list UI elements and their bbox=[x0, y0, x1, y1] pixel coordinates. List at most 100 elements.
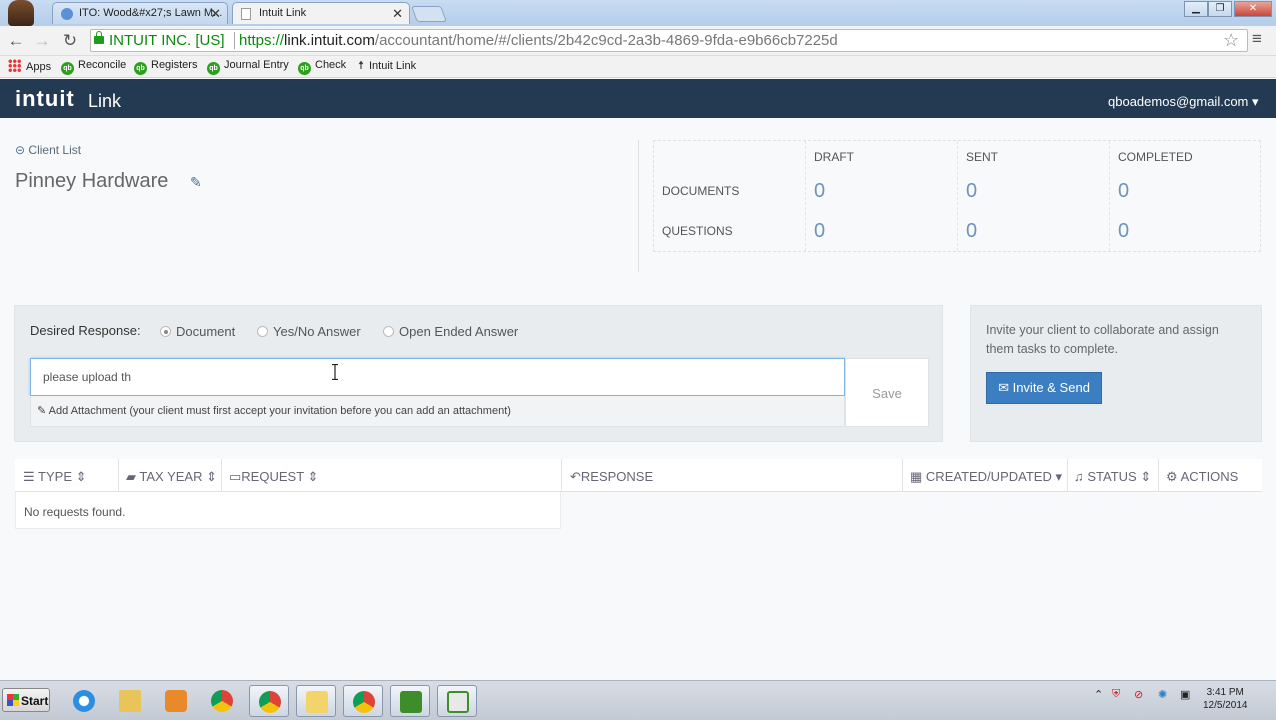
sort-icon: ⇕ bbox=[307, 469, 319, 484]
chrome-icon bbox=[211, 690, 233, 712]
reply-icon: ↶ bbox=[570, 469, 581, 484]
show-hidden-icons[interactable]: ⌃ bbox=[1094, 688, 1103, 701]
taskbar-chrome-active[interactable] bbox=[249, 685, 289, 717]
questions-completed-count: 0 bbox=[1118, 220, 1130, 242]
questions-sent-count: 0 bbox=[966, 220, 978, 242]
sort-icon: ⇕ bbox=[1140, 469, 1152, 484]
system-clock[interactable]: 3:41 PM 12/5/2014 bbox=[1203, 686, 1248, 712]
column-status[interactable]: ♫ STATUS ⇕ bbox=[1074, 469, 1151, 485]
sort-desc-icon: ▾ bbox=[1055, 469, 1062, 484]
close-window-icon[interactable]: ✕ bbox=[1234, 1, 1272, 17]
bookmarks-bar: Apps qb Reconcile qb Registers qb Journal E… bbox=[0, 56, 1276, 78]
start-button[interactable]: Start bbox=[2, 688, 50, 712]
back-arrow-icon[interactable]: ← bbox=[6, 31, 26, 51]
documents-sent-count: 0 bbox=[966, 180, 978, 202]
column-created-updated[interactable]: ▦ CREATED/UPDATED ▾ bbox=[910, 469, 1062, 485]
close-tab-icon[interactable]: ✕ bbox=[210, 6, 221, 22]
folder-icon bbox=[119, 690, 141, 712]
divider bbox=[638, 140, 639, 272]
security-icon[interactable]: ⛨ bbox=[1112, 688, 1120, 701]
invite-panel: Invite your client to collaborate and as… bbox=[970, 305, 1262, 442]
camtasia-icon bbox=[400, 691, 422, 713]
column-actions: ⚙ ACTIONS bbox=[1166, 469, 1239, 484]
documents-draft-count: 0 bbox=[814, 180, 826, 202]
divider bbox=[902, 459, 903, 492]
circle-arrow-left-icon: ⊝ bbox=[15, 143, 26, 157]
page-icon bbox=[241, 8, 251, 20]
sort-icon: ⇕ bbox=[206, 469, 218, 484]
bookmark-intuit-link[interactable]: ☨ Intuit Link bbox=[358, 59, 416, 72]
address-bar[interactable]: INTUIT INC. [US] https://link.intuit.com… bbox=[90, 29, 1248, 52]
taskbar-chrome[interactable] bbox=[202, 685, 242, 717]
edit-pencil-icon[interactable]: ✎ bbox=[190, 174, 202, 191]
monitor-icon[interactable]: ▣ bbox=[1180, 688, 1190, 701]
taskbar-ie[interactable] bbox=[64, 685, 104, 717]
column-tax-year[interactable]: ▰ TAX YEAR ⇕ bbox=[126, 469, 217, 485]
bookmark-registers[interactable]: qb Registers bbox=[134, 59, 197, 75]
bookmark-reconcile[interactable]: qb Reconcile bbox=[61, 59, 126, 75]
paperclip-icon: ✎ bbox=[37, 405, 47, 417]
browser-tab-ito[interactable]: ITO: Wood&#x27;s Lawn M... ✕ bbox=[52, 2, 228, 24]
bookmark-apps[interactable]: Apps bbox=[8, 59, 51, 73]
user-avatar[interactable] bbox=[8, 0, 34, 26]
taskbar-chrome-2[interactable] bbox=[343, 685, 383, 717]
request-text-input[interactable] bbox=[30, 358, 845, 396]
user-menu[interactable]: qboademos@gmail.com ▾ bbox=[1108, 94, 1259, 110]
bookmark-star-icon[interactable]: ☆ bbox=[1223, 30, 1239, 51]
forward-arrow-icon[interactable]: → bbox=[32, 31, 52, 51]
tab-title: Intuit Link bbox=[259, 7, 307, 19]
requests-table-header: ☰ TYPE ⇕ ▰ TAX YEAR ⇕ ▭REQUEST ⇕ ↶RESPON… bbox=[15, 459, 1262, 492]
column-request[interactable]: ▭REQUEST ⇕ bbox=[229, 469, 318, 485]
windows-logo-icon bbox=[7, 694, 19, 706]
divider bbox=[561, 459, 562, 492]
stats-row-documents: DOCUMENTS bbox=[662, 184, 740, 198]
desired-response-label: Desired Response: bbox=[30, 323, 141, 338]
tab-title: ITO: Wood&#x27;s Lawn M... bbox=[79, 7, 223, 19]
apps-grid-icon bbox=[8, 59, 21, 72]
new-tab-button[interactable] bbox=[411, 6, 447, 22]
table-row-filler bbox=[561, 492, 1262, 529]
client-name: Pinney Hardware bbox=[15, 170, 169, 192]
list-icon: ☰ bbox=[23, 469, 35, 484]
client-list-link[interactable]: ⊝ Client List bbox=[15, 143, 81, 157]
radio-open-ended-answer[interactable]: Open Ended Answer bbox=[383, 324, 518, 339]
restore-icon[interactable]: ❐ bbox=[1208, 1, 1232, 17]
invite-send-button[interactable]: ✉ Invite & Send bbox=[986, 372, 1102, 404]
url-text[interactable]: https://link.intuit.com/accountant/home/… bbox=[239, 32, 838, 49]
internet-explorer-icon bbox=[73, 690, 95, 712]
taskbar-media-player[interactable] bbox=[156, 685, 196, 717]
mute-icon[interactable]: ⊘ bbox=[1134, 688, 1143, 701]
minimize-icon[interactable]: ▁ bbox=[1184, 1, 1208, 17]
save-button[interactable]: Save bbox=[845, 358, 929, 427]
new-request-panel: Desired Response: Document Yes/No Answer… bbox=[14, 305, 943, 442]
chrome-icon bbox=[259, 691, 281, 713]
intuit-logo[interactable]: intuit bbox=[15, 86, 75, 112]
reload-icon[interactable]: ↻ bbox=[60, 31, 80, 51]
bookmark-check[interactable]: qb Check bbox=[298, 59, 346, 75]
radio-dot bbox=[160, 326, 171, 337]
chrome-menu-icon[interactable]: ≡ bbox=[1252, 29, 1262, 49]
taskbar-outlook[interactable] bbox=[296, 685, 336, 717]
text-cursor-icon bbox=[332, 364, 338, 380]
comment-icon: ▭ bbox=[229, 469, 242, 484]
ev-certificate-badge[interactable]: INTUIT INC. [US] bbox=[94, 31, 225, 49]
taskbar-camtasia[interactable] bbox=[390, 685, 430, 717]
documents-completed-count: 0 bbox=[1118, 180, 1130, 202]
add-attachment-link[interactable]: ✎ Add Attachment (your client must first… bbox=[30, 396, 845, 427]
network-icon[interactable]: ✺ bbox=[1158, 688, 1167, 701]
qb-icon: qb bbox=[207, 62, 220, 75]
divider bbox=[234, 32, 235, 49]
divider bbox=[1158, 459, 1159, 492]
radio-document[interactable]: Document bbox=[160, 324, 235, 339]
taskbar-camtasia-2[interactable] bbox=[437, 685, 477, 717]
close-tab-icon[interactable]: ✕ bbox=[392, 6, 403, 22]
bookmark-journal-entry[interactable]: qb Journal Entry bbox=[207, 59, 289, 75]
browser-nav-bar: ← → ↻ INTUIT INC. [US] https://link.intu… bbox=[0, 26, 1276, 56]
radio-yes-no-answer[interactable]: Yes/No Answer bbox=[257, 324, 361, 339]
stats-row-questions: QUESTIONS bbox=[662, 224, 733, 238]
browser-tab-intuit-link[interactable]: Intuit Link ✕ bbox=[232, 2, 410, 24]
taskbar-explorer[interactable] bbox=[110, 685, 150, 717]
empty-message: No requests found. bbox=[24, 505, 126, 519]
column-type[interactable]: ☰ TYPE ⇕ bbox=[23, 469, 87, 485]
request-stats-table: DRAFT SENT COMPLETED DOCUMENTS 0 0 0 QUE… bbox=[653, 140, 1261, 252]
